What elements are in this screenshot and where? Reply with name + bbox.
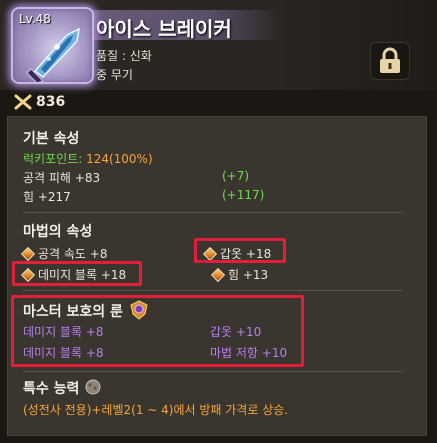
- cost-value: 836: [36, 94, 66, 110]
- strength-bonus: (+117): [222, 188, 265, 202]
- highlight-box: [11, 295, 304, 367]
- item-header: 아이스 브레이커 Lv.48 품질 : 신화 중 무기: [0, 0, 437, 90]
- magic-attr-item: 공격 속도 +8: [20, 245, 107, 262]
- lucky-point-value: 124(100%): [86, 152, 153, 166]
- magic-attributes-title: 마법의 속성: [23, 224, 93, 240]
- divider: [23, 212, 403, 213]
- item-kind: 중 무기: [96, 68, 133, 82]
- sword-item-icon: [26, 27, 80, 82]
- crossed-swords-cost-icon: [14, 94, 32, 110]
- item-name: 아이스 브레이커: [96, 17, 232, 41]
- lucky-point-line: 럭키포인트: 124(100%): [23, 150, 153, 167]
- attack-damage-bonus: (+7): [222, 169, 250, 183]
- lucky-point-label: 럭키포인트:: [23, 152, 87, 166]
- item-quality: 품질 : 신화: [96, 49, 152, 63]
- cost-row: 836: [14, 94, 65, 110]
- orange-gem-icon: [20, 246, 36, 262]
- basic-attributes-title: 기본 속성: [23, 131, 80, 147]
- orange-gem-icon: [210, 267, 226, 283]
- divider: [23, 371, 403, 372]
- highlight-box: [12, 261, 142, 286]
- rock-fist-icon: [85, 379, 101, 395]
- strength-stat: 힘 +217: [23, 190, 71, 204]
- highlight-box: [194, 238, 286, 263]
- divider: [23, 290, 403, 291]
- special-ability-title: 특수 능력: [23, 378, 102, 398]
- magic-attr-item: 힘 +13: [210, 266, 268, 283]
- lock-icon: [380, 47, 400, 73]
- lock-button[interactable]: [370, 42, 410, 80]
- item-icon-frame[interactable]: Lv.48: [11, 7, 94, 84]
- attack-damage-stat: 공격 피해 +83: [23, 171, 101, 185]
- special-ability-text: (성전사 전용)+레벨2(1 ~ 4)에서 방패 가격로 상승.: [23, 403, 289, 417]
